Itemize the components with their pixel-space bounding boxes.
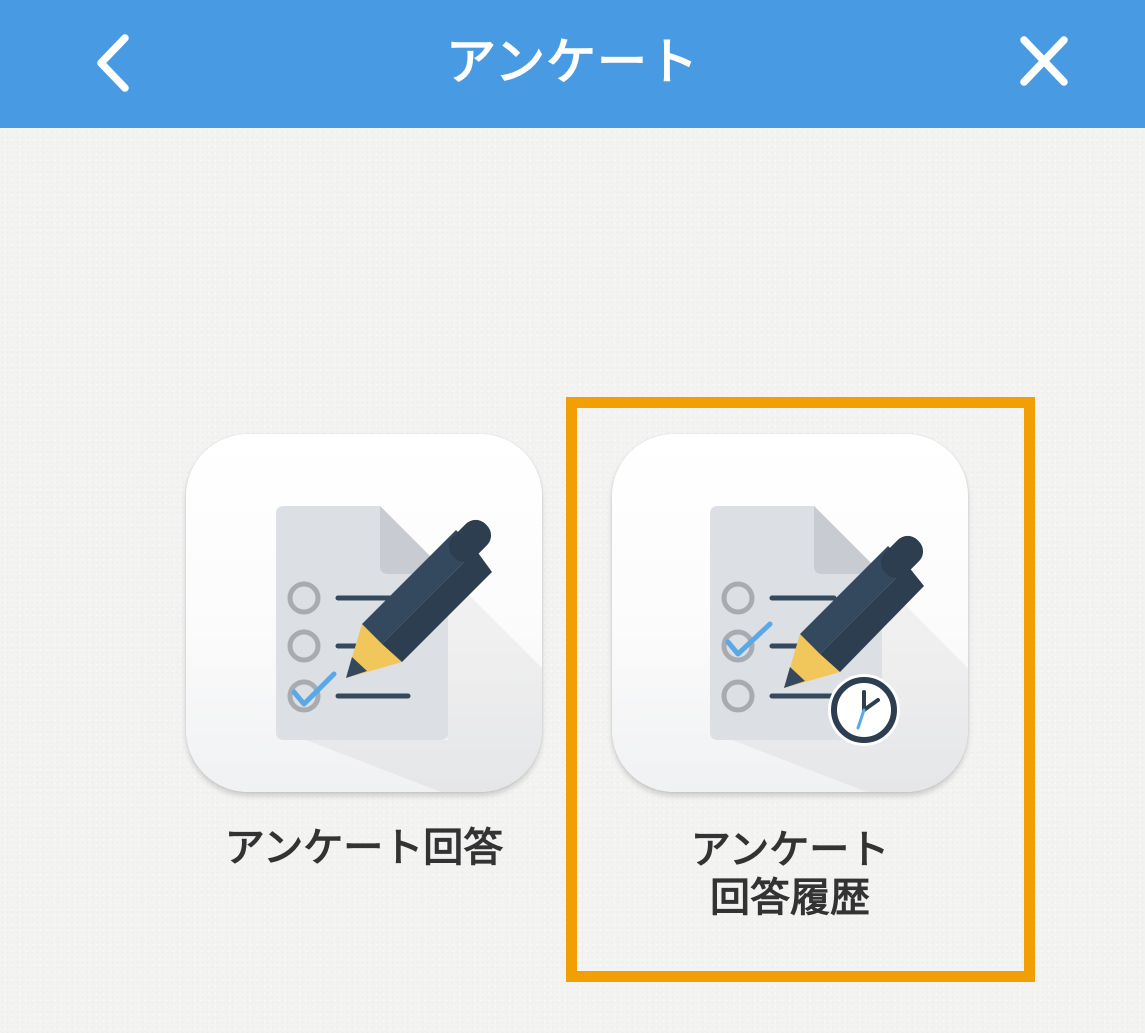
survey-history-tile[interactable]: アンケート 回答履歴 <box>612 434 976 921</box>
survey-answer-button[interactable] <box>186 434 542 792</box>
survey-history-label-line-1: アンケート <box>690 827 890 873</box>
survey-history-clock-icon <box>710 506 968 792</box>
survey-answer-label: アンケート回答 <box>146 824 582 872</box>
chevron-left-icon <box>97 34 129 92</box>
survey-checklist-pencil-icon <box>276 506 542 792</box>
survey-answer-tile[interactable]: アンケート回答 <box>186 434 550 871</box>
close-icon <box>1020 36 1068 86</box>
page-title: アンケート <box>446 33 699 91</box>
back-button[interactable] <box>80 24 152 104</box>
close-button[interactable] <box>1008 24 1080 104</box>
survey-history-button[interactable] <box>612 434 968 792</box>
survey-history-label-line-2: 回答履歴 <box>710 875 870 921</box>
survey-answer-label-line: アンケート回答 <box>224 825 504 871</box>
header-bar: アンケート <box>0 0 1145 128</box>
survey-history-label: アンケート 回答履歴 <box>572 826 1008 922</box>
